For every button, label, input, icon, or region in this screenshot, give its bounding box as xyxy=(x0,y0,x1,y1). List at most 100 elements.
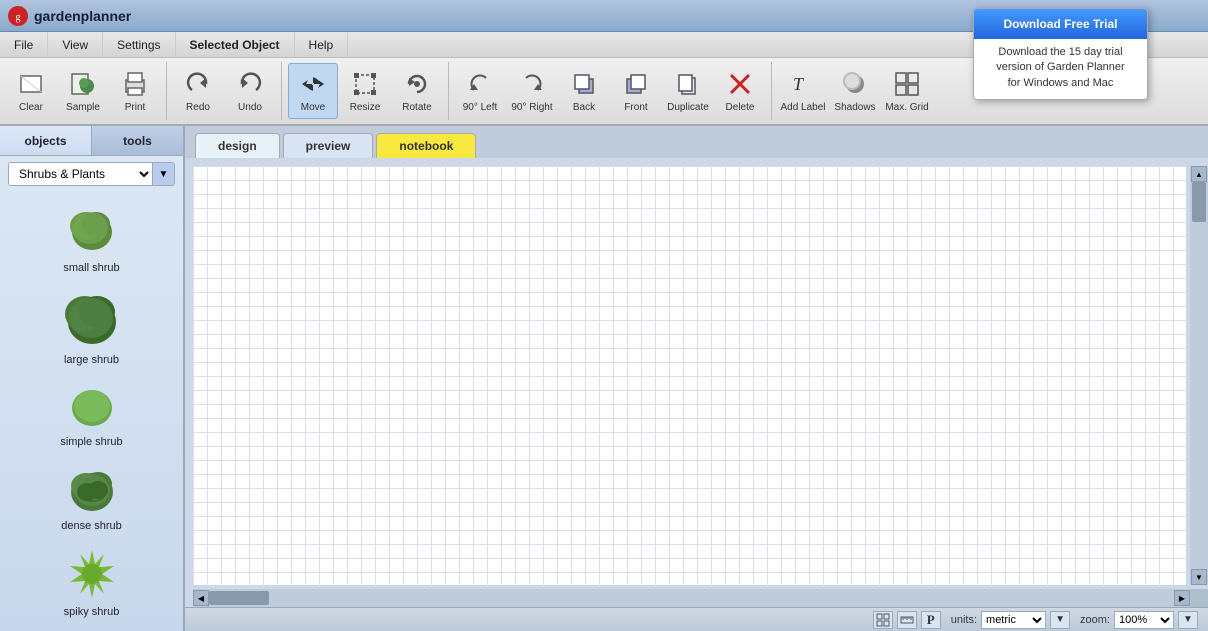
duplicate-icon xyxy=(673,69,703,99)
vscroll-track xyxy=(1192,182,1206,569)
right-area: design preview notebook ▲ ▼ ◀ xyxy=(185,126,1208,631)
rotate-left-button[interactable]: 90° Left xyxy=(455,63,505,119)
rotate-right-icon xyxy=(517,69,547,99)
tab-preview[interactable]: preview xyxy=(283,133,374,158)
add-label-button[interactable]: T Add Label xyxy=(778,63,828,119)
shadows-icon xyxy=(840,69,870,99)
left-panel: objects tools Shrubs & Plants ▼ xyxy=(0,126,185,631)
toolbar-group-file: Clear Sample Print xyxy=(6,62,167,120)
print-button[interactable]: Print xyxy=(110,63,160,119)
svg-text:g: g xyxy=(16,12,21,23)
toolbar-group-tools: T Add Label Shadows xyxy=(778,62,938,120)
clear-icon xyxy=(16,69,46,99)
download-trial-button[interactable]: Download Free Trial xyxy=(974,9,1147,39)
sample-icon xyxy=(68,69,98,99)
rotate-right-button[interactable]: 90° Right xyxy=(507,63,557,119)
hscroll-thumb[interactable] xyxy=(209,591,269,605)
tab-notebook[interactable]: notebook xyxy=(376,133,476,158)
grid-canvas xyxy=(193,166,1186,585)
dense-shrub-label: dense shrub xyxy=(61,520,122,532)
canvas-container[interactable]: ▲ ▼ ◀ ▶ xyxy=(185,158,1208,607)
scroll-up-button[interactable]: ▲ xyxy=(1191,166,1207,182)
spiky-shrub-icon xyxy=(64,546,120,602)
sample-button[interactable]: Sample xyxy=(58,63,108,119)
app-title: gardenplanner xyxy=(34,8,131,24)
vscroll-thumb[interactable] xyxy=(1192,182,1206,222)
tab-objects[interactable]: objects xyxy=(0,126,92,155)
content-tabs: design preview notebook xyxy=(185,126,1208,158)
menu-selected-object[interactable]: Selected Object xyxy=(176,32,295,57)
resize-button[interactable]: Resize xyxy=(340,63,390,119)
dense-shrub-icon xyxy=(65,462,119,516)
scrollbar-corner xyxy=(1190,589,1208,607)
rotate-left-icon xyxy=(465,69,495,99)
large-shrub-label: large shrub xyxy=(64,354,119,366)
grid-background xyxy=(193,166,1186,585)
redo-button[interactable]: Redo xyxy=(173,63,223,119)
panel-tabs: objects tools xyxy=(0,126,183,156)
menu-view[interactable]: View xyxy=(48,32,103,57)
grid-icon-box: P xyxy=(873,611,941,629)
zoom-arrow[interactable]: ▼ xyxy=(1178,611,1198,629)
move-button[interactable]: Move xyxy=(288,63,338,119)
scroll-left-button[interactable]: ◀ xyxy=(193,590,209,606)
small-shrub-label: small shrub xyxy=(63,262,119,274)
toolbar-group-arrange: 90° Left 90° Right Back xyxy=(455,62,772,120)
rotate-icon xyxy=(402,69,432,99)
scroll-right-button[interactable]: ▶ xyxy=(1174,590,1190,606)
trial-popup: Download Free Trial Download the 15 day … xyxy=(973,8,1148,100)
redo-icon xyxy=(183,69,213,99)
list-item[interactable]: dense shrub xyxy=(4,456,179,538)
front-button[interactable]: Front xyxy=(611,63,661,119)
list-item[interactable]: simple shrub xyxy=(4,374,179,454)
duplicate-button[interactable]: Duplicate xyxy=(663,63,713,119)
plant-icon[interactable]: P xyxy=(921,611,941,629)
simple-shrub-label: simple shrub xyxy=(60,436,122,448)
menu-file[interactable]: File xyxy=(0,32,48,57)
units-item: units: metric ▼ xyxy=(951,611,1070,629)
shadows-button[interactable]: Shadows xyxy=(830,63,880,119)
spiky-shrub-label: spiky shrub xyxy=(64,606,120,618)
resize-icon xyxy=(350,69,380,99)
small-shrub-icon xyxy=(64,202,120,258)
category-dropdown: Shrubs & Plants ▼ xyxy=(8,162,175,186)
app-logo: g gardenplanner xyxy=(8,6,131,26)
list-item[interactable]: large shrub xyxy=(4,282,179,372)
zoom-item: zoom: 100% ▼ xyxy=(1080,611,1198,629)
objects-list: small shrub large shrub xyxy=(0,192,183,631)
max-grid-button[interactable]: Max. Grid xyxy=(882,63,932,119)
large-shrub-icon xyxy=(61,288,123,350)
units-arrow[interactable]: ▼ xyxy=(1050,611,1070,629)
max-grid-icon xyxy=(892,69,922,99)
tab-tools[interactable]: tools xyxy=(92,126,183,155)
vertical-scrollbar[interactable]: ▲ ▼ xyxy=(1190,166,1208,585)
simple-shrub-icon xyxy=(66,380,118,432)
main-area: objects tools Shrubs & Plants ▼ xyxy=(0,126,1208,631)
list-item[interactable]: spiky shrub xyxy=(4,540,179,624)
horizontal-scrollbar[interactable]: ◀ ▶ xyxy=(193,589,1190,607)
hscroll-track xyxy=(209,591,1174,605)
toolbar-group-transform: Move Resize Rota xyxy=(288,62,449,120)
zoom-select[interactable]: 100% xyxy=(1114,611,1174,629)
list-item[interactable]: small shrub xyxy=(4,196,179,280)
undo-icon xyxy=(235,69,265,99)
undo-button[interactable]: Undo xyxy=(225,63,275,119)
trial-description: Download the 15 day trial version of Gar… xyxy=(974,39,1147,91)
delete-button[interactable]: Delete xyxy=(715,63,765,119)
scroll-down-button[interactable]: ▼ xyxy=(1191,569,1207,585)
category-select[interactable]: Shrubs & Plants xyxy=(9,163,152,185)
grid-icon[interactable] xyxy=(873,611,893,629)
tab-design[interactable]: design xyxy=(195,133,280,158)
delete-icon xyxy=(725,69,755,99)
menu-settings[interactable]: Settings xyxy=(103,32,175,57)
units-select[interactable]: metric xyxy=(981,611,1046,629)
rotate-button[interactable]: Rotate xyxy=(392,63,442,119)
menu-help[interactable]: Help xyxy=(295,32,349,57)
svg-text:T: T xyxy=(793,74,805,94)
front-icon xyxy=(621,69,651,99)
back-button[interactable]: Back xyxy=(559,63,609,119)
clear-button[interactable]: Clear xyxy=(6,63,56,119)
ruler-icon[interactable] xyxy=(897,611,917,629)
units-label: units: xyxy=(951,614,977,626)
category-arrow[interactable]: ▼ xyxy=(152,163,174,185)
